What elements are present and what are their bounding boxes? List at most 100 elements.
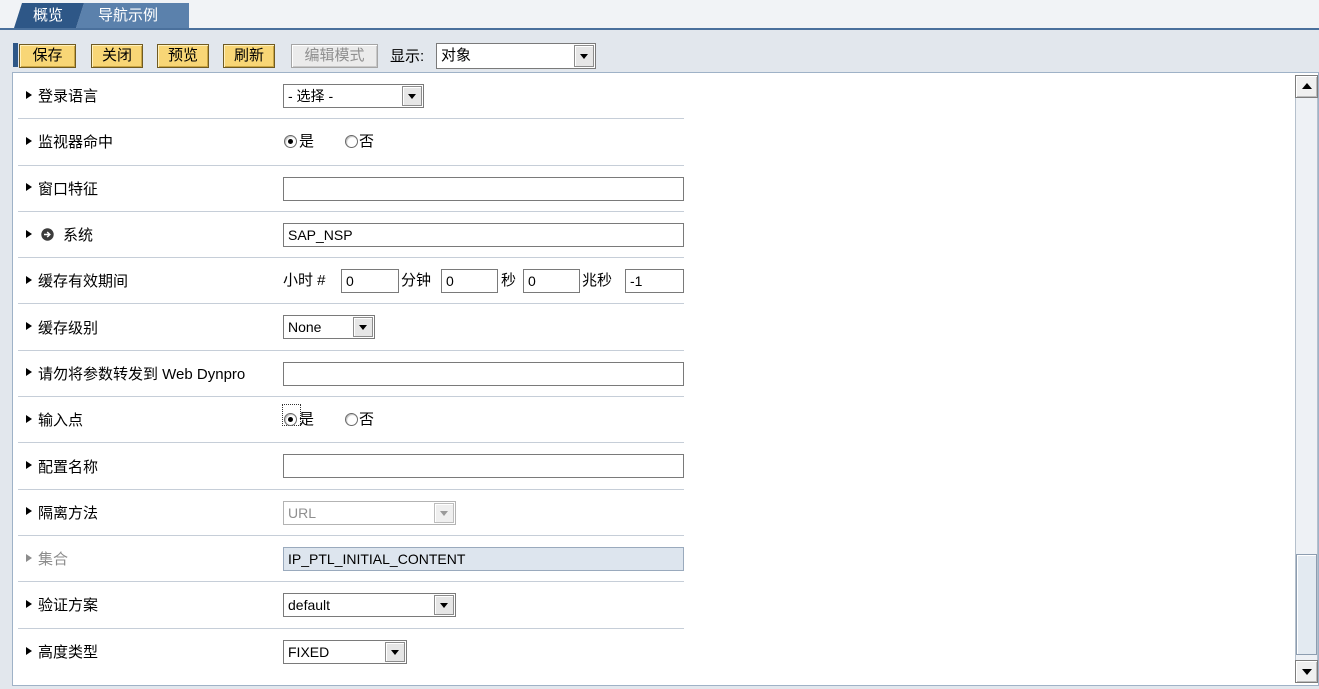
dropdown-button[interactable] [402, 86, 422, 106]
collection-input[interactable] [283, 546, 684, 571]
property-label: 集合 [38, 551, 69, 569]
chevron-down-icon [359, 325, 367, 331]
scrollbar-track[interactable] [1295, 98, 1318, 660]
property-label: 隔离方法 [38, 504, 99, 522]
authentication-scheme-select[interactable]: default [283, 593, 456, 618]
expand-triangle-icon[interactable] [26, 322, 32, 331]
chevron-down-icon [391, 649, 399, 655]
property-label: 系统 [63, 227, 94, 245]
expand-triangle-icon[interactable] [26, 368, 32, 377]
cache-level-select[interactable]: None [283, 315, 375, 340]
radio-label-yes[interactable]: 是 [299, 130, 314, 154]
dropdown-button[interactable] [385, 641, 405, 662]
property-row-authentication-scheme: 验证方案 default [18, 582, 684, 629]
property-row-logon-language: 登录语言 - 选择 - [18, 73, 684, 120]
dropdown-button[interactable] [353, 317, 373, 338]
expand-triangle-icon[interactable] [26, 183, 32, 192]
system-input[interactable] [283, 222, 684, 247]
expand-triangle-icon[interactable] [26, 229, 32, 238]
height-type-select[interactable]: FIXED [283, 639, 407, 664]
property-row-isolation-method: 隔离方法 URL [18, 490, 684, 536]
select-value: default [288, 597, 331, 614]
chevron-down-icon [580, 54, 588, 59]
property-value: 是 否 [283, 130, 684, 154]
expand-triangle-icon[interactable] [26, 507, 32, 516]
property-row-configuration-name: 配置名称 [18, 443, 684, 490]
radio-label-no[interactable]: 否 [359, 408, 374, 432]
property-label: 配置名称 [38, 458, 99, 476]
dropdown-button[interactable] [574, 45, 594, 67]
property-label: 请勿将参数转发到 Web Dynpro [38, 365, 246, 383]
select-value: 对象 [441, 47, 472, 64]
monitor-hit-no-radio[interactable] [345, 135, 358, 149]
property-value [283, 546, 684, 571]
save-button[interactable]: 保存 [19, 44, 76, 68]
isolation-method-select[interactable]: URL [283, 500, 456, 525]
select-value: URL [288, 504, 317, 521]
tab-overview[interactable]: 概览 [14, 3, 84, 28]
property-value [283, 176, 684, 201]
configuration-name-input[interactable] [283, 454, 684, 479]
radio-label-no[interactable]: 否 [359, 130, 374, 154]
expand-triangle-icon[interactable] [26, 599, 32, 608]
dropdown-button[interactable] [434, 595, 454, 616]
seconds-input[interactable] [523, 269, 580, 294]
property-row-no-forward-params-web-dynpro: 请勿将参数转发到 Web Dynpro [18, 351, 684, 398]
display-label: 显示: [390, 48, 425, 65]
property-label: 验证方案 [38, 597, 99, 615]
display-select[interactable]: 对象 [436, 43, 596, 69]
property-label: 窗口特征 [38, 180, 99, 198]
select-value: - 选择 - [288, 88, 334, 104]
property-value [283, 361, 684, 386]
expand-triangle-icon[interactable] [26, 136, 32, 145]
milliseconds-label: 兆秒 [582, 272, 613, 290]
expand-triangle-icon[interactable] [26, 461, 32, 470]
property-row-entry-point: 输入点 是 否 [18, 397, 684, 444]
property-row-system: 系统 [18, 212, 684, 259]
property-label: 缓存有效期间 [38, 273, 129, 291]
property-row-collection: 集合 [18, 536, 684, 583]
expand-triangle-icon[interactable] [26, 275, 32, 284]
toolbar-marker [13, 43, 18, 67]
property-row-window-features: 窗口特征 [18, 166, 684, 212]
hours-input[interactable] [341, 269, 399, 294]
close-button[interactable]: 关闭 [91, 44, 143, 68]
select-value: FIXED [288, 643, 330, 660]
milliseconds-input[interactable] [625, 269, 684, 294]
logon-language-select[interactable]: - 选择 - [283, 84, 424, 108]
property-row-monitor-hit: 监视器命中 是 否 [18, 119, 684, 166]
window-features-input[interactable] [283, 176, 684, 201]
preview-button[interactable]: 预览 [157, 44, 209, 68]
property-value: 是 否 [282, 404, 684, 432]
tab-label: 概览 [33, 7, 64, 24]
dropdown-button[interactable] [434, 502, 454, 523]
expand-triangle-icon[interactable] [26, 646, 32, 655]
no-forward-params-input[interactable] [283, 361, 684, 386]
expand-triangle-icon[interactable] [26, 553, 32, 562]
entry-point-yes-radio[interactable] [284, 413, 297, 427]
circle-arrow-icon [41, 227, 54, 241]
property-label: 缓存级别 [38, 319, 99, 337]
refresh-button[interactable]: 刷新 [223, 44, 275, 68]
scroll-up-button[interactable] [1295, 75, 1318, 98]
property-value: FIXED [283, 639, 684, 664]
scrollbar-thumb[interactable] [1296, 554, 1317, 655]
scroll-down-button[interactable] [1295, 660, 1318, 683]
property-label: 输入点 [38, 412, 84, 430]
expand-triangle-icon[interactable] [26, 414, 32, 423]
radio-label-yes[interactable]: 是 [299, 408, 314, 432]
vertical-scrollbar[interactable] [1295, 75, 1318, 683]
arrow-down-icon [1302, 669, 1312, 675]
minutes-input[interactable] [441, 269, 498, 294]
entry-point-no-radio[interactable] [345, 413, 358, 427]
property-label: 登录语言 [38, 88, 99, 106]
property-value [283, 454, 684, 479]
tab-label: 导航示例 [98, 7, 159, 24]
tab-navigation-example[interactable]: 导航示例 [76, 3, 189, 28]
property-value: None [283, 315, 684, 340]
edit-mode-button[interactable]: 编辑模式 [291, 44, 378, 68]
expand-triangle-icon[interactable] [26, 90, 32, 99]
property-row-cache-validity-period: 缓存有效期间 小时 # 分钟 秒 兆秒 [18, 258, 684, 305]
select-value: None [288, 319, 322, 336]
monitor-hit-yes-radio[interactable] [284, 135, 297, 149]
